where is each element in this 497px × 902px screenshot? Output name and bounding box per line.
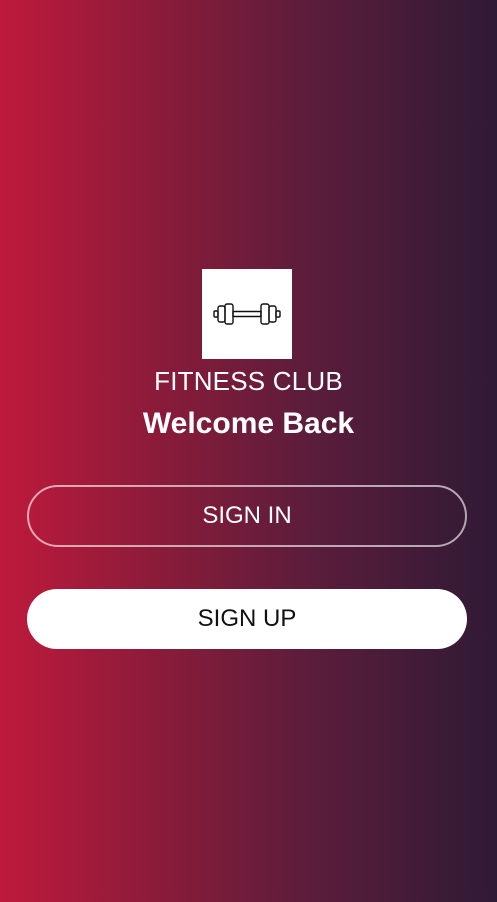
sign-up-label: SIGN UP — [197, 605, 297, 632]
welcome-screen: FITNESS CLUB Welcome Back SIGN IN SIGN U… — [0, 0, 497, 902]
brand-name: FITNESS CLUB — [154, 366, 343, 396]
app-logo — [202, 269, 292, 359]
welcome-heading: Welcome Back — [142, 407, 355, 440]
sign-in-label: SIGN IN — [202, 502, 292, 529]
dumbbell-icon — [213, 303, 281, 325]
sign-up-button[interactable]: SIGN UP — [27, 589, 467, 649]
sign-in-button[interactable]: SIGN IN — [27, 485, 467, 547]
